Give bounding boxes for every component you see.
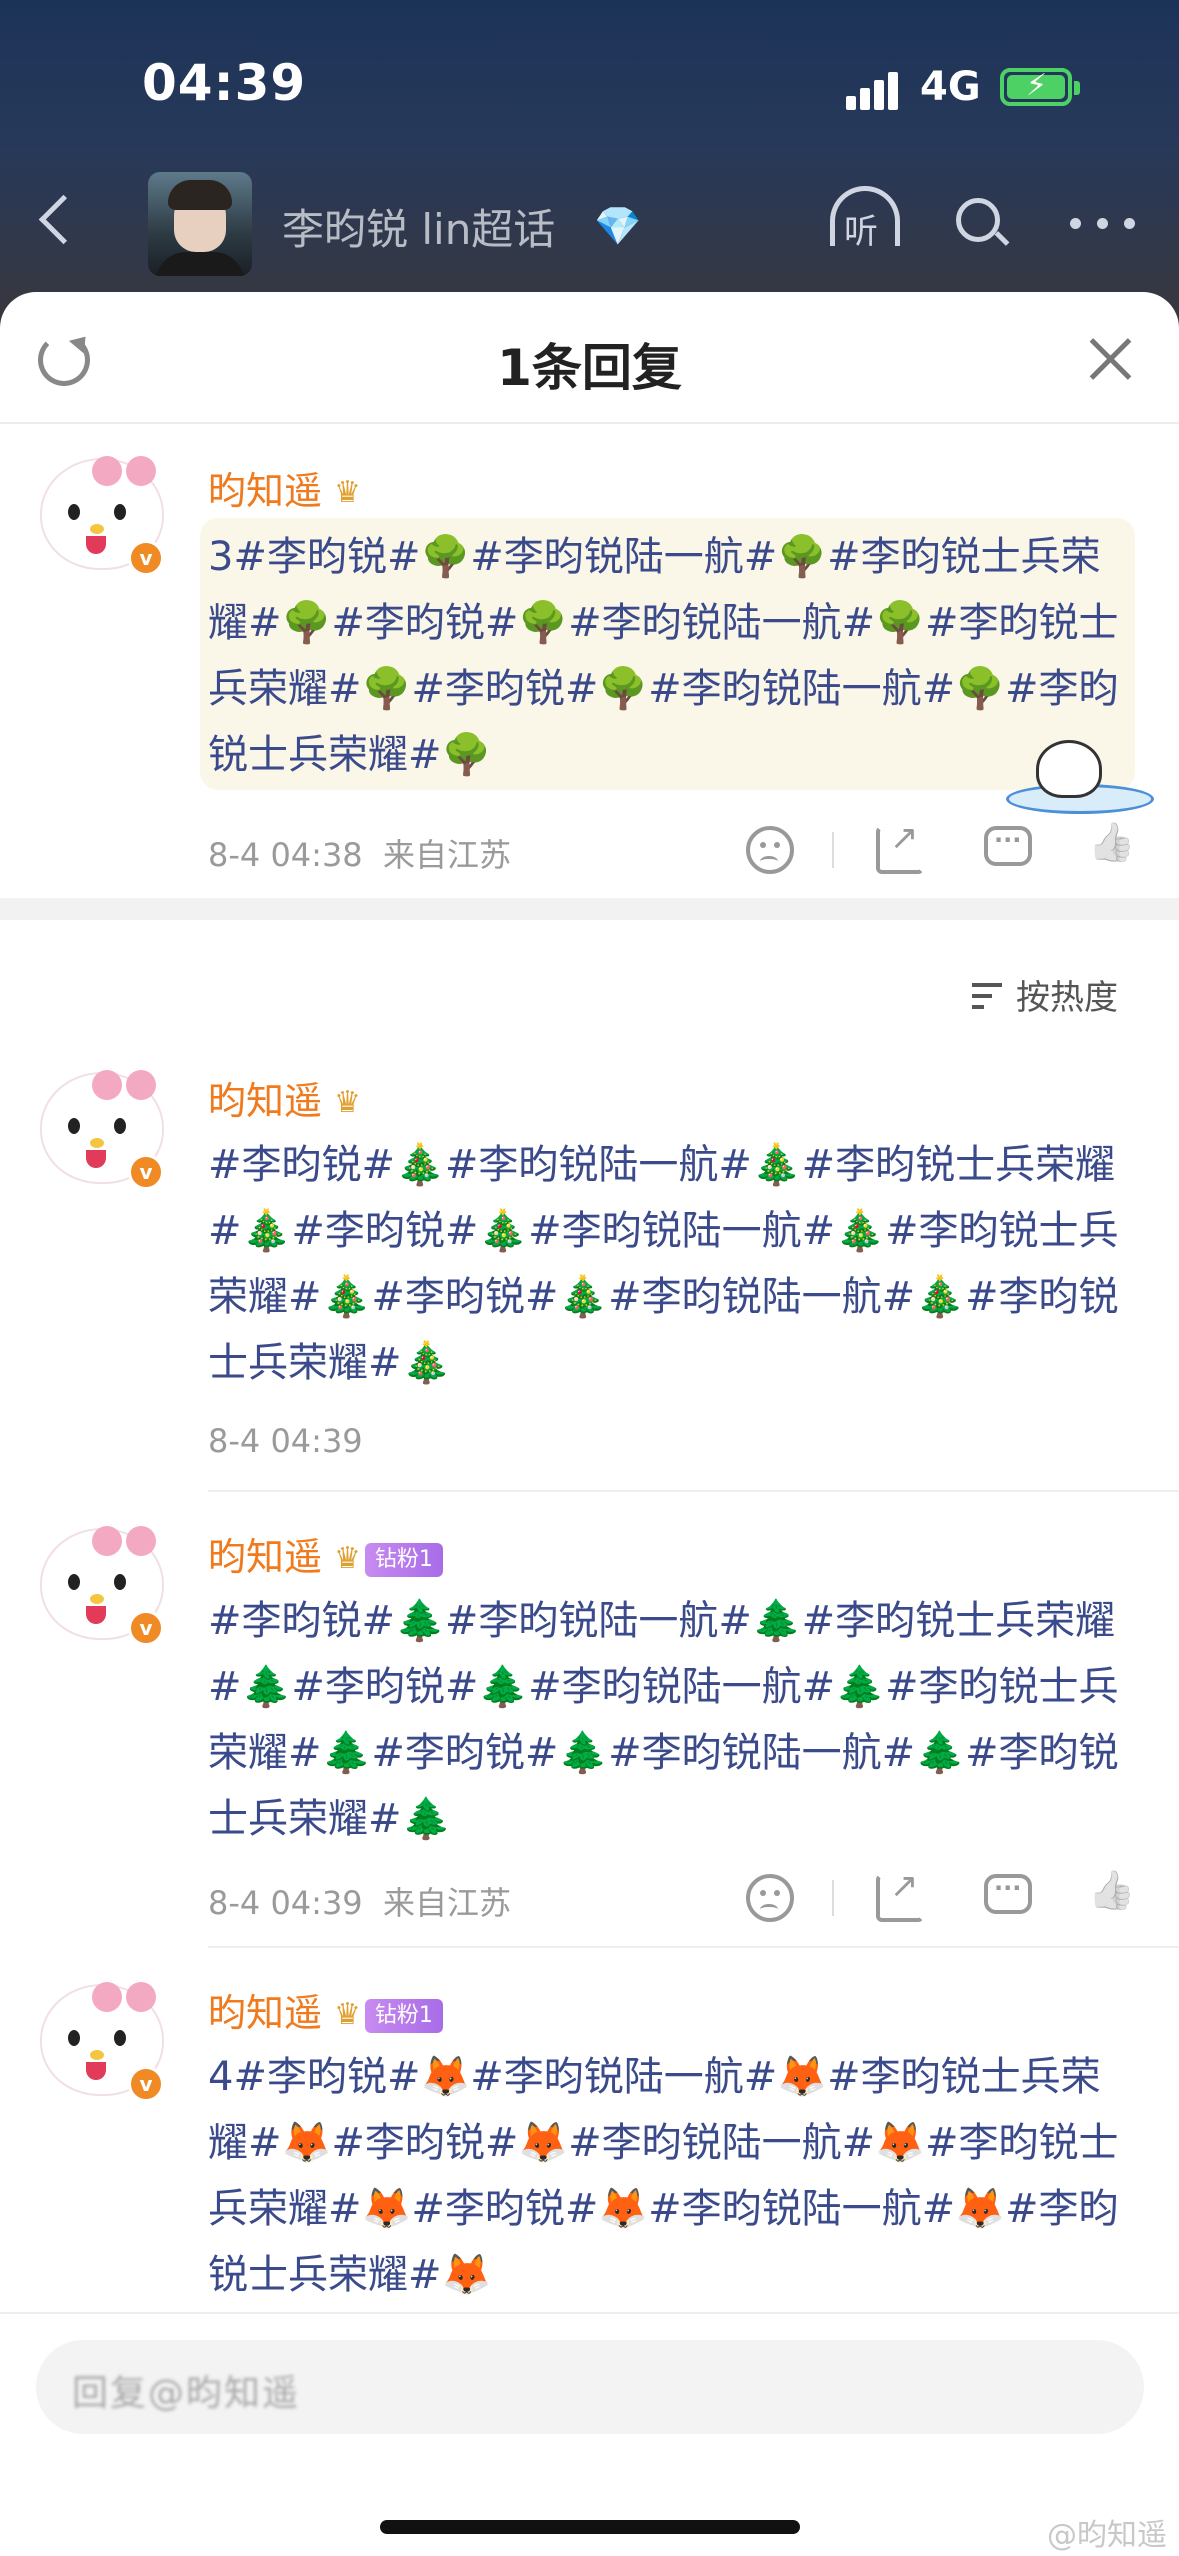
username-text[interactable]: 昀知遥	[208, 1535, 322, 1579]
row-divider	[208, 1490, 1179, 1492]
like-icon[interactable]	[1088, 1874, 1136, 1922]
comment-text: #李昀锐#🌲#李昀锐陆一航#🌲#李昀锐士兵荣耀#🌲#李昀锐#🌲#李昀锐陆一航#🌲…	[208, 1598, 1119, 1842]
username[interactable]: 昀知遥 ♛ 钻粉1	[208, 1982, 443, 2037]
avatar[interactable]: v	[40, 1066, 168, 1190]
reply-input-placeholder: 回复@昀知遥	[72, 2373, 301, 2414]
comment-time: 8-4 04:38	[208, 836, 363, 874]
comment-text: 4#李昀锐#🦊#李昀锐陆一航#🦊#李昀锐士兵荣耀#🦊#李昀锐#🦊#李昀锐陆一航#…	[208, 2054, 1119, 2298]
reply-sheet: 1条回复 v 昀知遥 ♛ 3#李昀锐#🌳#李昀锐陆一航#🌳#李昀锐士兵荣耀#🌳#李…	[0, 292, 1179, 2556]
reply-icon[interactable]	[984, 1874, 1032, 1914]
dislike-icon[interactable]	[746, 1874, 794, 1922]
reply-input[interactable]: 回复@昀知遥	[36, 2340, 1144, 2434]
avatar[interactable]: v	[40, 1522, 168, 1646]
topic-title[interactable]: 李昀锐 lin超话	[282, 196, 555, 257]
signal-icon	[846, 70, 906, 110]
username[interactable]: 昀知遥 ♛ 钻粉1	[208, 1526, 443, 1581]
verified-badge: v	[128, 1154, 164, 1190]
verified-badge: v	[128, 1610, 164, 1646]
more-icon[interactable]	[1070, 218, 1136, 230]
sheet-title: 1条回复	[497, 339, 682, 397]
row-divider	[208, 1946, 1179, 1948]
share-icon[interactable]	[876, 1866, 924, 1922]
close-icon[interactable]	[1088, 336, 1134, 382]
verified-badge: v	[128, 2066, 164, 2102]
comment-actions	[740, 818, 1160, 886]
crown-icon: ♛	[334, 1085, 361, 1120]
comment-meta: 8-4 04:39 来自江苏	[208, 1878, 511, 1924]
username-text[interactable]: 昀知遥	[208, 469, 322, 513]
top-header: 04:39 4G ⚡ 李昀锐 lin超话 💎 听	[0, 0, 1179, 320]
dislike-icon[interactable]	[746, 826, 794, 874]
sort-button[interactable]: 按热度	[972, 970, 1118, 1019]
sticker-image	[1006, 732, 1154, 822]
section-divider	[0, 898, 1179, 920]
watermark: @昀知遥	[1047, 2518, 1167, 2553]
avatar[interactable]: v	[40, 1978, 168, 2102]
status-time: 04:39	[142, 54, 307, 112]
listen-icon[interactable]: 听	[826, 186, 904, 256]
username[interactable]: 昀知遥 ♛	[208, 1070, 361, 1125]
comment-location: 来自江苏	[383, 1884, 512, 1922]
avatar[interactable]: v	[40, 452, 168, 576]
fan-badge: 钻粉1	[364, 1543, 443, 1577]
comment-actions	[740, 1866, 1160, 1934]
network-label: 4G	[920, 64, 981, 110]
comment-time: 8-4 04:39	[208, 1884, 363, 1922]
comment-text: #李昀锐#🎄#李昀锐陆一航#🎄#李昀锐士兵荣耀#🎄#李昀锐#🎄#李昀锐陆一航#🎄…	[208, 1142, 1119, 1386]
input-divider	[0, 2312, 1179, 2314]
comment-location: 来自江苏	[383, 836, 512, 874]
gem-icon: 💎	[594, 204, 642, 248]
comment-meta: 8-4 04:39	[208, 1422, 363, 1460]
comment-text: 3#李昀锐#🌳#李昀锐陆一航#🌳#李昀锐士兵荣耀#🌳#李昀锐#🌳#李昀锐陆一航#…	[208, 534, 1119, 778]
search-icon[interactable]	[952, 194, 1012, 254]
crown-icon: ♛	[334, 1997, 361, 2032]
sort-label: 按热度	[1016, 978, 1118, 1018]
sheet-header: 1条回复	[0, 292, 1179, 424]
topic-avatar[interactable]	[148, 172, 252, 276]
like-icon[interactable]	[1088, 826, 1136, 874]
crown-icon: ♛	[334, 1541, 361, 1576]
share-icon[interactable]	[876, 818, 924, 874]
home-indicator[interactable]	[380, 2520, 800, 2534]
battery-icon: ⚡	[1000, 68, 1080, 106]
comment-time: 8-4 04:39	[208, 1422, 363, 1460]
reply-icon[interactable]	[984, 826, 1032, 866]
crown-icon: ♛	[334, 475, 361, 510]
back-icon[interactable]	[34, 192, 74, 252]
comment-meta: 8-4 04:38 来自江苏	[208, 830, 511, 876]
sort-icon	[972, 981, 1006, 1011]
fan-badge: 钻粉1	[364, 1999, 443, 2033]
username-text[interactable]: 昀知遥	[208, 1079, 322, 1123]
username[interactable]: 昀知遥 ♛	[208, 460, 361, 515]
username-text[interactable]: 昀知遥	[208, 1991, 322, 2035]
verified-badge: v	[128, 540, 164, 576]
